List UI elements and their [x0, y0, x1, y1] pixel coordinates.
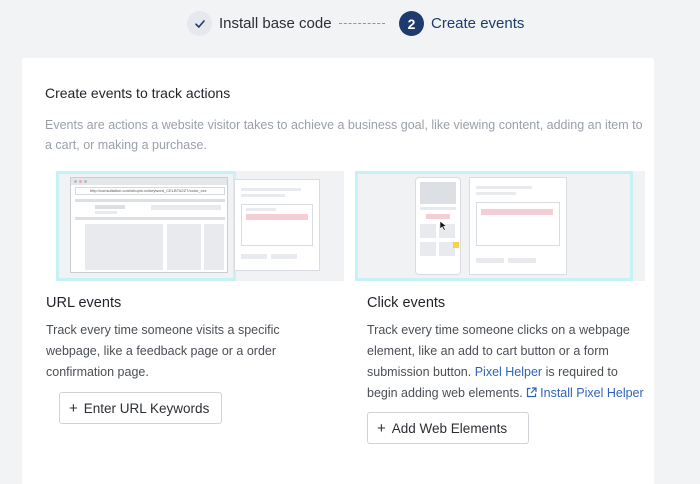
url-events-illustration: http://consultation.com/shopin.xx/keywor… — [56, 171, 344, 281]
click-events-illustration — [355, 171, 645, 281]
click-events-description: Track every time someone clicks on a web… — [367, 323, 644, 400]
check-icon — [194, 19, 205, 28]
plus-icon: + — [69, 399, 78, 417]
page-mockup — [469, 177, 567, 275]
button-label: Enter URL Keywords — [83, 400, 210, 416]
browser-url-bar: http://consultation.com/shopin.xx/keywor… — [75, 187, 225, 195]
side-panel-mockup — [234, 179, 320, 271]
enter-url-keywords-button[interactable]: + Enter URL Keywords — [59, 392, 222, 424]
step-install-base-code[interactable]: Install base code — [219, 15, 332, 33]
cursor-icon — [439, 220, 448, 231]
url-events-description: Track every time someone visits a specif… — [46, 323, 280, 379]
click-events-title: Click events — [367, 295, 446, 311]
add-web-elements-button[interactable]: + Add Web Elements — [367, 412, 529, 444]
plus-icon: + — [377, 419, 386, 437]
phone-mockup — [415, 177, 461, 275]
step-create-events: Create events — [431, 15, 525, 32]
step-connector — [339, 23, 385, 24]
external-link-icon — [527, 387, 537, 398]
card-title: Create events to track actions — [45, 85, 231, 101]
step-number-badge: 2 — [399, 11, 424, 36]
url-events-title: URL events — [46, 295, 122, 311]
button-label: Add Web Elements — [391, 420, 508, 436]
step-completed-indicator — [187, 11, 212, 36]
install-pixel-helper-link[interactable]: Install Pixel Helper — [526, 386, 644, 400]
pixel-helper-link[interactable]: Pixel Helper — [475, 365, 542, 379]
create-events-card: Create events to track actions Events ar… — [22, 58, 654, 484]
card-description: Events are actions a website visitor tak… — [45, 118, 643, 152]
browser-mockup: http://consultation.com/shopin.xx/keywor… — [70, 177, 228, 273]
stepper: Install base code 2 Create events — [0, 9, 700, 39]
